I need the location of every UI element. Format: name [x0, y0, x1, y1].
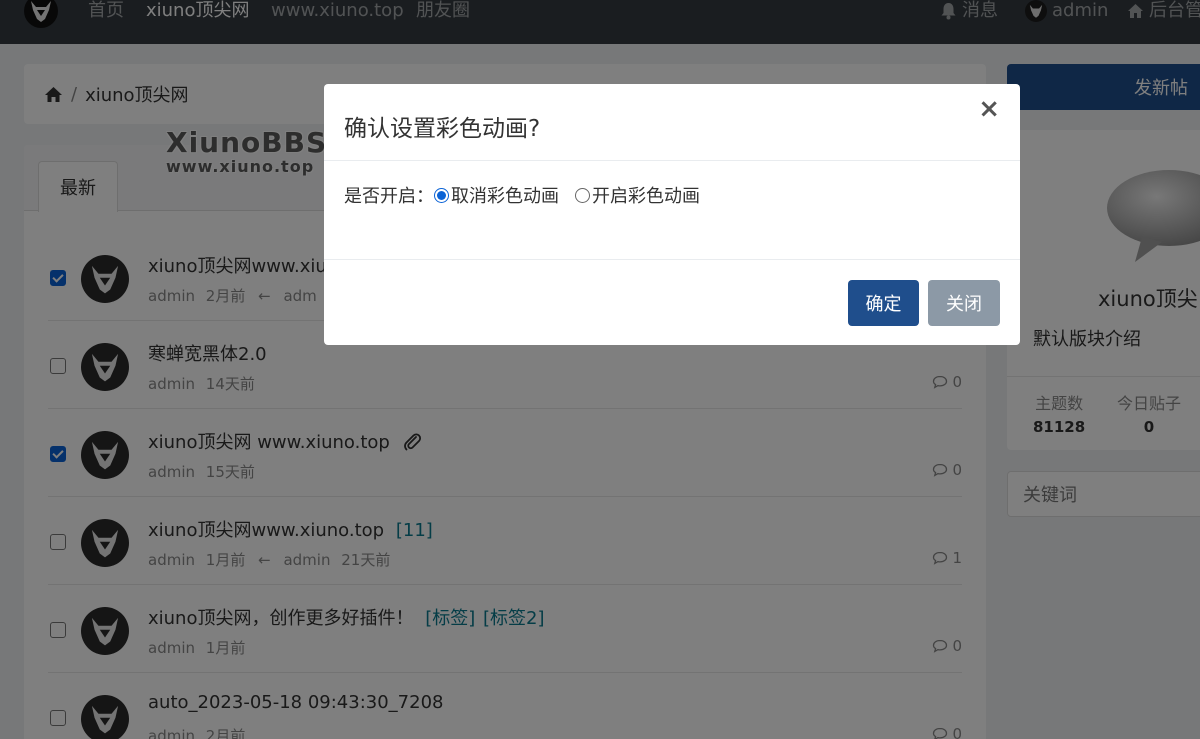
field-label: 是否开启： [344, 186, 434, 207]
modal-footer: 确定 关闭 [324, 259, 1020, 345]
confirm-button[interactable]: 确定 [848, 280, 919, 326]
modal-body: 是否开启： 取消彩色动画 开启彩色动画 [344, 182, 716, 208]
modal-title: 确认设置彩色动画? [344, 116, 541, 142]
option-disable-animation[interactable]: 取消彩色动画 [434, 182, 559, 208]
close-icon[interactable]: × [978, 96, 1000, 122]
option-enable-animation[interactable]: 开启彩色动画 [575, 182, 700, 208]
option-label: 开启彩色动画 [592, 186, 700, 207]
close-button[interactable]: 关闭 [928, 280, 1000, 326]
modal-header: 确认设置彩色动画? × [324, 84, 1020, 161]
radio-disable[interactable] [434, 187, 449, 203]
confirm-dialog: 确认设置彩色动画? × 是否开启： 取消彩色动画 开启彩色动画 确定 关闭 [324, 84, 1020, 345]
option-label: 取消彩色动画 [451, 186, 559, 207]
radio-enable[interactable] [575, 187, 590, 203]
